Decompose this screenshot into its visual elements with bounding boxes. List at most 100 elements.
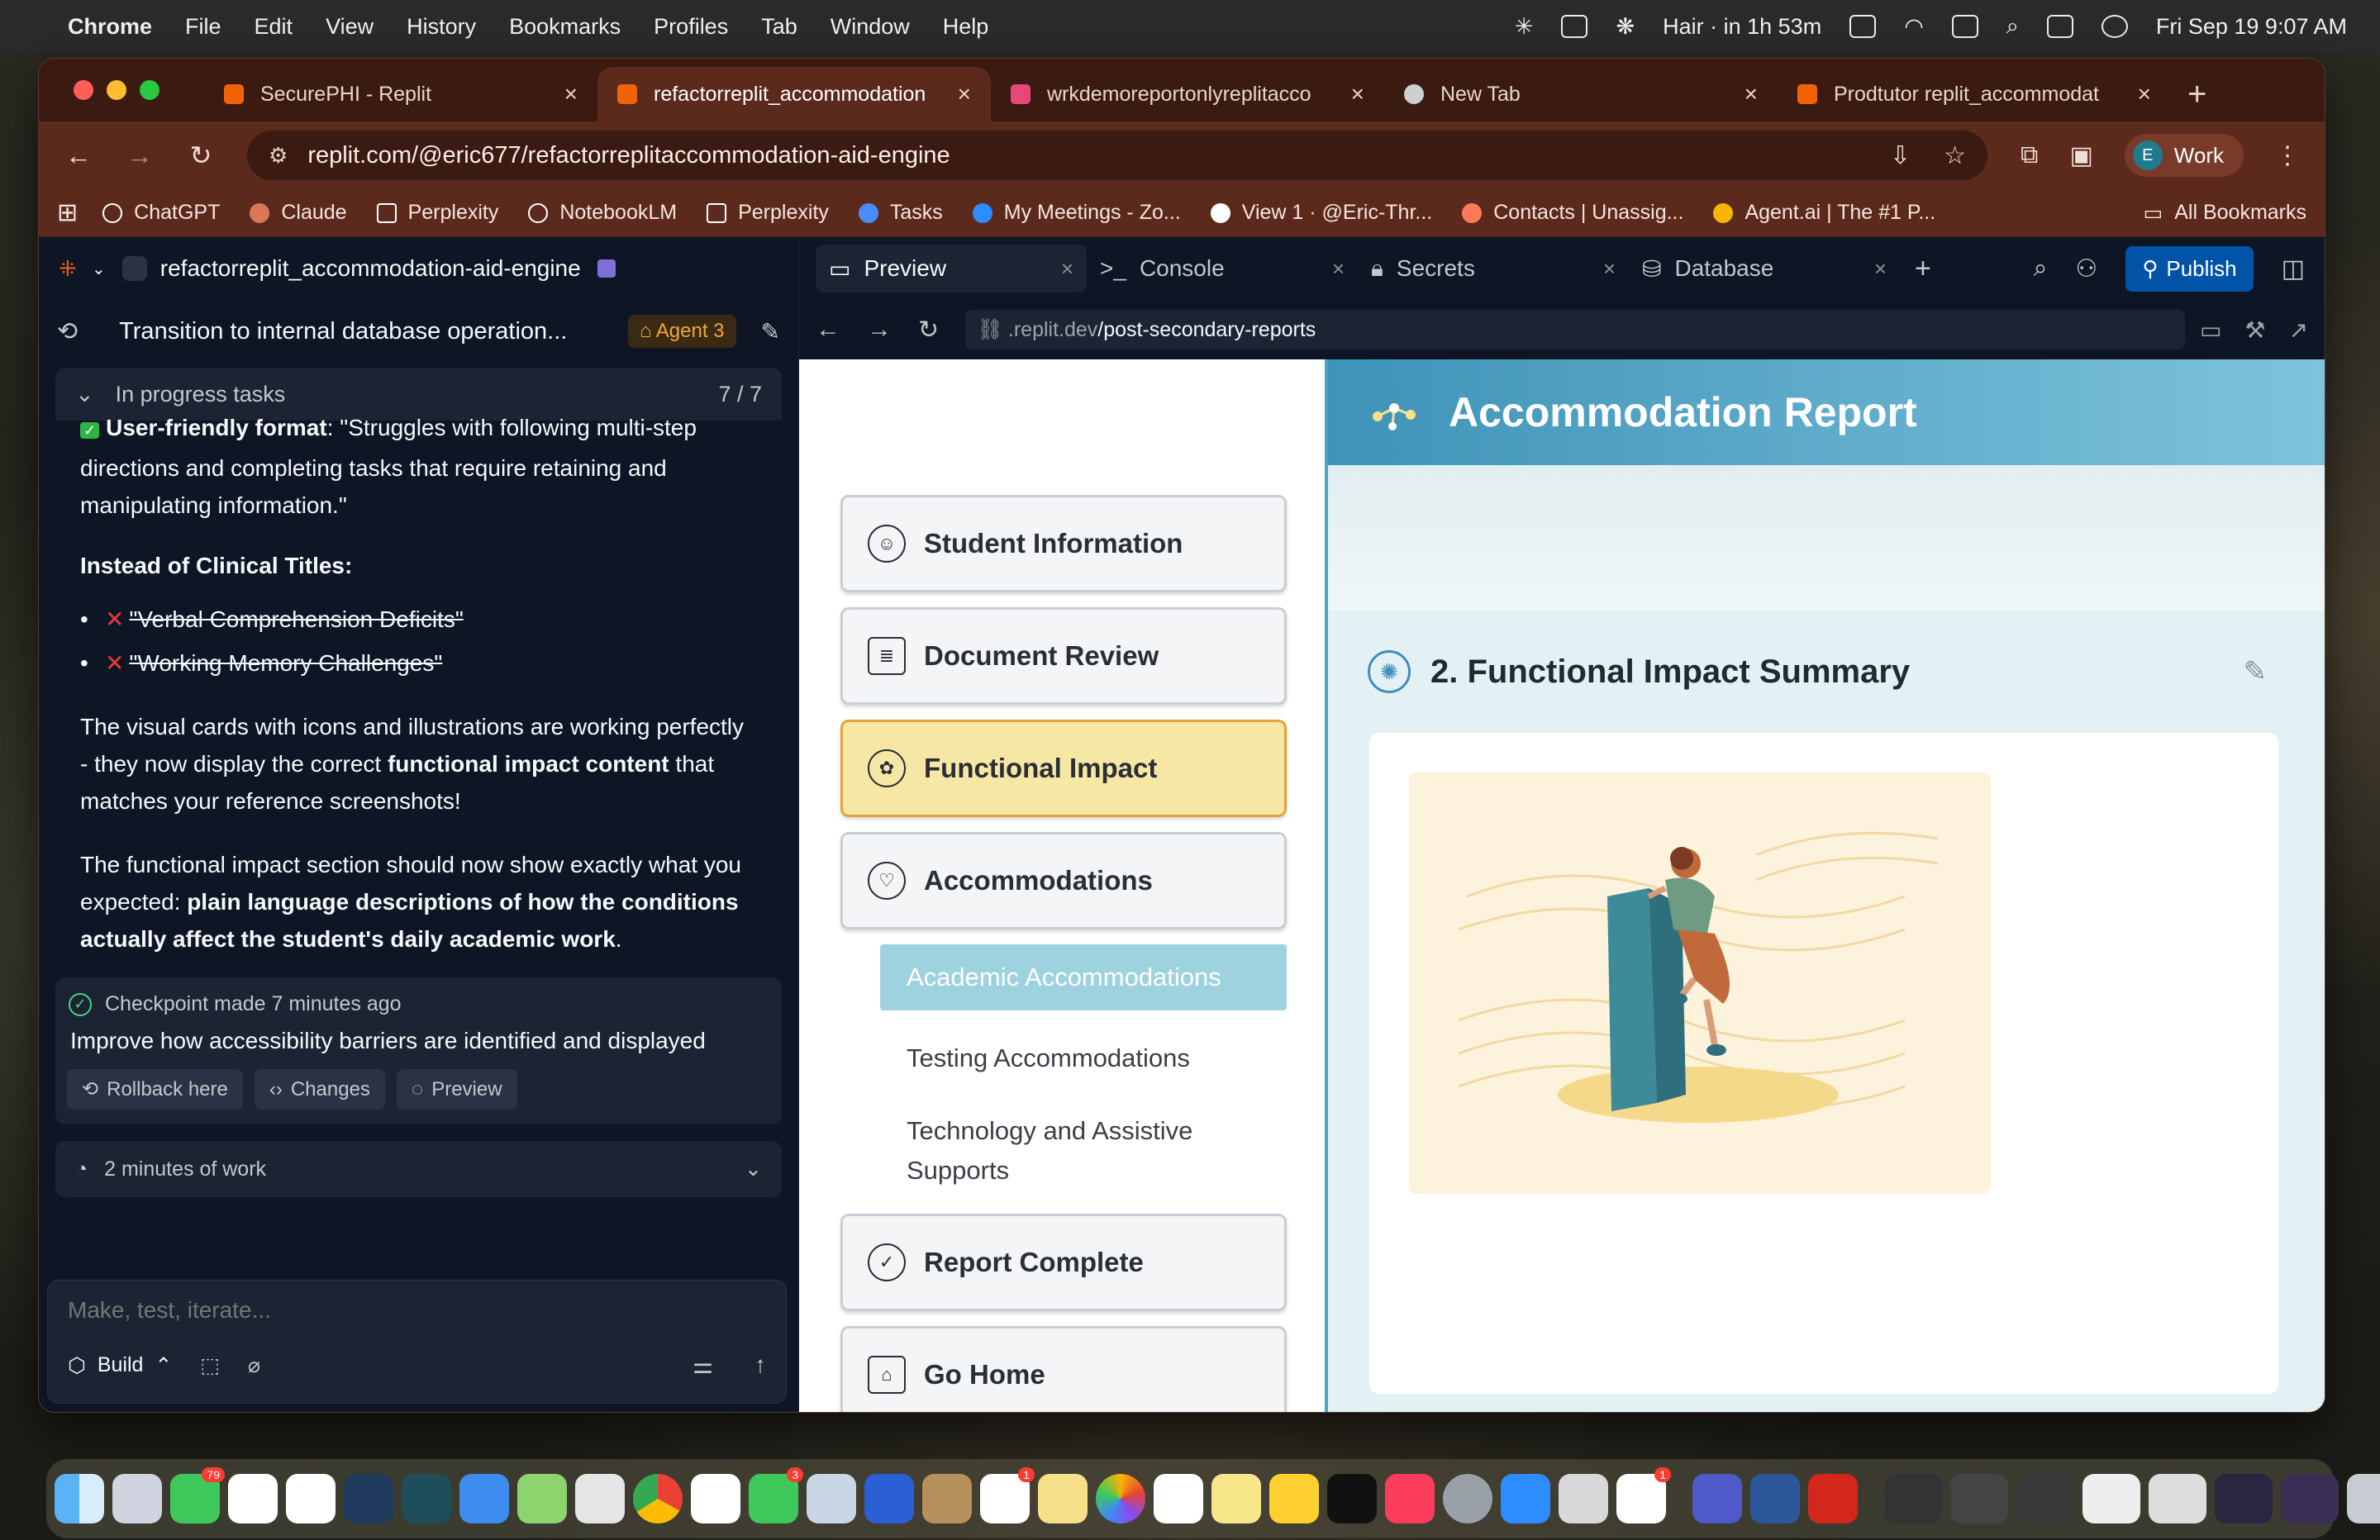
work-summary[interactable]: ◔ 2 minutes of work ⌄ (55, 1141, 782, 1197)
toggle-panel-icon[interactable]: ◫ (2282, 254, 2305, 283)
browser-tab[interactable]: wrkdemoreportonlyreplitacco × (991, 67, 1384, 121)
apps-grid-icon[interactable]: ⊞ (57, 198, 78, 227)
minimize-window-button[interactable] (107, 80, 126, 100)
bookmark-item[interactable]: Claude (250, 201, 347, 225)
thread-title[interactable]: Transition to internal database operatio… (119, 318, 615, 345)
add-tab-button[interactable]: + (1915, 253, 1931, 285)
reload-icon[interactable]: ↻ (186, 140, 216, 171)
forward-arrow-icon[interactable]: → (867, 316, 892, 344)
select-region-icon[interactable]: ⬚ (200, 1353, 220, 1378)
bookmark-item[interactable]: NotebookLM (528, 201, 677, 225)
contacts-icon[interactable] (922, 1474, 972, 1523)
siri-icon[interactable] (2101, 15, 2128, 38)
menu-edit[interactable]: Edit (255, 14, 293, 40)
miro-icon[interactable] (1269, 1474, 1319, 1523)
wifi-icon[interactable]: ◠ (1904, 14, 1924, 40)
close-window-button[interactable] (74, 80, 93, 100)
back-arrow-icon[interactable]: ← (64, 140, 93, 171)
menu-file[interactable]: File (185, 14, 221, 40)
tab-close-icon[interactable]: × (1745, 81, 1758, 107)
project-name[interactable]: refactorreplit_accommodation-aid-engine (160, 255, 581, 282)
notion-icon[interactable] (1849, 15, 1877, 38)
send-arrow-icon[interactable]: ↑ (754, 1352, 766, 1379)
settings-sliders-icon[interactable]: ⚌ (693, 1352, 713, 1379)
attach-icon[interactable]: ⌀ (248, 1353, 260, 1378)
tab-database[interactable]: ⛁ Database × (1629, 245, 1900, 292)
calendar-date-icon[interactable] (691, 1474, 740, 1523)
reload-icon[interactable]: ↻ (918, 316, 939, 345)
tab-close-icon[interactable]: × (1351, 81, 1364, 107)
app-store-icon[interactable] (1501, 1474, 1550, 1523)
menu-profiles[interactable]: Profiles (654, 14, 728, 40)
kebab-menu-icon[interactable]: ⋮ (2275, 141, 2300, 170)
battery-icon[interactable] (1951, 15, 1978, 38)
system-settings-icon[interactable] (1443, 1474, 1492, 1523)
spotlight-search-icon[interactable]: ⌕ (2006, 13, 2019, 40)
maps-icon[interactable] (517, 1474, 567, 1523)
recent-window-thumb[interactable] (2215, 1474, 2273, 1523)
browser-tab-active[interactable]: refactorreplit_accommodation × (597, 67, 991, 121)
menu-window[interactable]: Window (831, 14, 910, 40)
preview-app-icon[interactable] (807, 1474, 856, 1523)
calendar-icon[interactable] (286, 1474, 336, 1523)
devices-icon[interactable]: ▭ (2200, 316, 2221, 344)
bookmark-item[interactable]: ChatGPT (102, 201, 220, 225)
nav-document-review[interactable]: ≣ Document Review (840, 607, 1287, 705)
reminders-icon[interactable]: 1 (980, 1467, 1035, 1523)
recent-window-thumb[interactable] (2281, 1474, 2339, 1523)
close-icon[interactable]: × (1332, 256, 1345, 282)
close-icon[interactable]: × (1874, 256, 1887, 282)
tab-close-icon[interactable]: × (2138, 81, 2151, 107)
bug-icon[interactable]: ✳ (1515, 14, 1534, 40)
bookmark-item[interactable]: My Meetings - Zo... (972, 201, 1181, 225)
browser-tab[interactable]: Prodtutor replit_accommodat × (1778, 67, 2171, 121)
nav-report-complete[interactable]: ✓ Report Complete (840, 1214, 1287, 1311)
chat-input[interactable] (68, 1297, 766, 1324)
nav-go-home[interactable]: ⌂ Go Home (840, 1326, 1287, 1412)
chrome-icon[interactable] (633, 1474, 683, 1523)
iphone-mirroring-icon[interactable] (1559, 1474, 1608, 1523)
notion-icon[interactable] (228, 1474, 278, 1523)
recent-window-thumb[interactable] (2016, 1474, 2074, 1523)
preview-button[interactable]: ◌ Preview (396, 1069, 517, 1110)
nav-student-information[interactable]: ☺ Student Information (840, 495, 1287, 592)
close-icon[interactable]: × (1603, 256, 1616, 282)
site-settings-icon[interactable]: ⚙ (269, 143, 288, 169)
sidepanel-icon[interactable]: ▣ (2069, 141, 2092, 170)
open-external-icon[interactable]: ↗ (2289, 316, 2308, 344)
recent-window-thumb[interactable] (1950, 1474, 2008, 1523)
build-mode-button[interactable]: ⬡ Build ⌃ (68, 1353, 172, 1378)
chevron-down-icon[interactable]: ⌄ (92, 259, 106, 279)
calendar-event-status[interactable]: Hair · in 1h 53m (1663, 14, 1821, 40)
bookmark-item[interactable]: View 1 · @Eric-Thr... (1210, 201, 1432, 225)
tab-close-icon[interactable]: × (958, 81, 971, 107)
slack-icon[interactable]: 1 (1616, 1467, 1671, 1523)
search-icon[interactable]: ⌕ (2034, 254, 2048, 283)
apple-tv-icon[interactable] (1327, 1474, 1377, 1523)
chatgpt-icon[interactable] (1154, 1474, 1203, 1523)
recent-window-thumb[interactable] (2149, 1474, 2206, 1523)
teams-icon[interactable] (1692, 1474, 1742, 1523)
menu-help[interactable]: Help (943, 14, 989, 40)
new-chat-icon[interactable]: ✎ (761, 318, 780, 345)
trash-icon[interactable] (2347, 1474, 2380, 1523)
music-icon[interactable] (1385, 1474, 1435, 1523)
tab-console[interactable]: >_ Console × (1087, 245, 1358, 292)
bookmark-item[interactable]: Perplexity (707, 201, 829, 225)
bookmark-item[interactable]: Agent.ai | The #1 P... (1713, 201, 1935, 225)
photos-icon[interactable] (1096, 1474, 1145, 1523)
nav-accommodations[interactable]: ♡ Accommodations (840, 832, 1287, 929)
facetime-icon[interactable]: 3 (749, 1467, 803, 1523)
back-arrow-icon[interactable]: ← (816, 316, 840, 344)
address-bar[interactable]: ⚙ replit.com/@eric677/refactorreplitacco… (247, 131, 1988, 180)
forward-arrow-icon[interactable]: → (125, 140, 155, 171)
notes-icon[interactable] (1038, 1474, 1088, 1523)
acrobat-icon[interactable] (1808, 1474, 1858, 1523)
voice-memos-icon[interactable] (864, 1474, 914, 1523)
history-icon[interactable]: ⟲ (57, 317, 78, 346)
menu-bookmarks[interactable]: Bookmarks (509, 14, 621, 40)
bookmark-item[interactable]: Contacts | Unassig... (1462, 201, 1683, 225)
preview-url-field[interactable]: ⛓ .replit.dev/post-secondary-reports (965, 310, 2185, 349)
publish-button[interactable]: ⚲ Publish (2125, 245, 2254, 292)
menu-view[interactable]: View (326, 14, 374, 40)
